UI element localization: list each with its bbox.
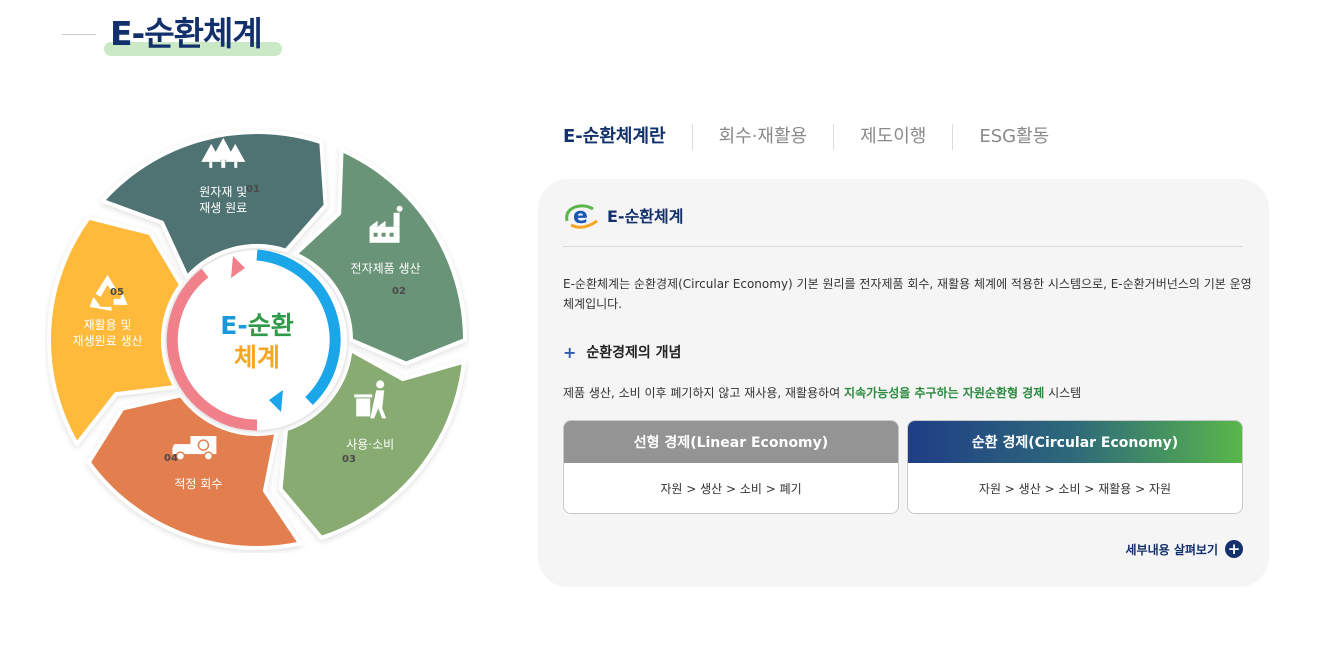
header-line (62, 34, 96, 35)
linear-economy-title: 선형 경제(Linear Economy) (564, 421, 898, 463)
cycle-step-number-01: 01 (246, 184, 260, 195)
plus-circle-icon: + (1225, 540, 1243, 558)
definition-post: 시스템 (1044, 386, 1082, 400)
card-header: e E-순환체계 (563, 201, 1243, 247)
more-details-link[interactable]: 세부내용 살펴보기 + (1125, 540, 1243, 558)
card-title: E-순환체계 (607, 207, 684, 226)
circular-economy-box: 순환 경제(Circular Economy) 자원 > 생산 > 소비 > 재… (907, 420, 1243, 514)
tab-esg[interactable]: ESG활동 (952, 124, 1075, 150)
cycle-diagram: 원자재 및재생 원료 01 전자제품 생산 02 사용·소비 03 적정 회수 04 재활용 및… (47, 130, 467, 550)
page-header: E-순환체계 (104, 12, 282, 56)
info-card: e E-순환체계 E-순환체계는 순환경제(Circular Economy) … (538, 179, 1269, 587)
concept-definition: 제품 생산, 소비 이후 폐기하지 않고 재사용, 재활용하여 지속가능성을 추… (563, 384, 1081, 401)
definition-highlight: 지속가능성을 추구하는 자원순환형 경제 (844, 386, 1045, 400)
cycle-step-number-04: 04 (164, 453, 178, 464)
cycle-segment-label-01: 원자재 및 (199, 185, 247, 199)
cycle-step-number-05: 05 (110, 287, 124, 298)
cycle-step-number-02: 02 (392, 286, 406, 297)
circular-economy-title: 순환 경제(Circular Economy) (908, 421, 1242, 463)
section-tabs: E-순환체계란 회수·재활용 제도이행 ESG활동 (563, 122, 1075, 152)
cycle-segment-label-04: 적정 회수 (174, 477, 222, 491)
cycle-segment-label-02: 전자제품 생산 (351, 262, 421, 276)
center-title-line2: 체계 (234, 343, 280, 372)
e-logo-icon: e (565, 204, 598, 229)
concept-title: 순환경제의 개념 (586, 345, 682, 361)
linear-economy-flow: 자원 > 생산 > 소비 > 폐기 (660, 481, 802, 496)
cycle-segment-label-03: 사용·소비 (346, 437, 394, 451)
tab-e-cycle[interactable]: E-순환체계란 (563, 124, 692, 150)
linear-economy-box: 선형 경제(Linear Economy) 자원 > 생산 > 소비 > 폐기 (563, 420, 899, 514)
cycle-segment-sublabel-01: 재생 원료 (199, 201, 247, 215)
page-title: E-순환체계 (110, 14, 263, 53)
more-details-label: 세부내용 살펴보기 (1125, 542, 1219, 557)
circular-economy-flow: 자원 > 생산 > 소비 > 재활용 > 자원 (978, 481, 1172, 496)
tab-compliance[interactable]: 제도이행 (833, 124, 952, 150)
cycle-segment-sublabel-05: 재생원료 생산 (73, 334, 143, 348)
tab-collection-recycling[interactable]: 회수·재활용 (691, 124, 834, 150)
plus-icon: + (563, 342, 577, 362)
concept-heading: + 순환경제의 개념 (563, 342, 681, 362)
center-title-line1: E-순환 (220, 311, 293, 340)
svg-text:e: e (573, 204, 588, 229)
definition-pre: 제품 생산, 소비 이후 폐기하지 않고 재사용, 재활용하여 (563, 386, 845, 400)
card-description: E-순환체계는 순환경제(Circular Economy) 기본 원리를 전자… (563, 277, 1252, 311)
cycle-step-number-03: 03 (342, 454, 356, 465)
cycle-segment-label-05: 재활용 및 (84, 318, 132, 332)
